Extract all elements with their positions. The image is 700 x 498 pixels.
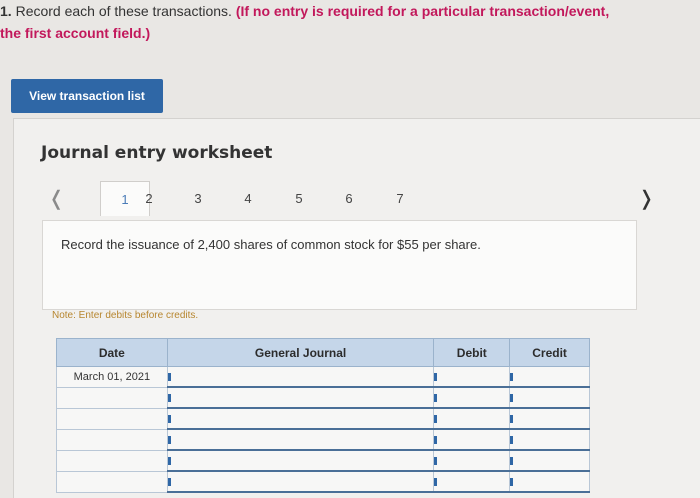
journal-entry-table: Date General Journal Debit Credit March … — [56, 338, 590, 493]
credit-input[interactable] — [509, 366, 590, 388]
tab-label: 5 — [295, 190, 303, 206]
credit-input[interactable] — [509, 470, 590, 493]
tab-label: 3 — [194, 190, 202, 206]
date-cell — [56, 470, 168, 493]
table-row: March 01, 2021 — [56, 366, 590, 388]
general-journal-column-header: General Journal — [166, 338, 435, 367]
tab-7[interactable]: 7 — [376, 181, 424, 215]
account-input[interactable] — [166, 366, 435, 388]
date-column-header: Date — [56, 338, 168, 367]
date-cell: March 01, 2021 — [56, 366, 168, 388]
tab-label: 2 — [145, 190, 153, 206]
credit-input[interactable] — [509, 386, 590, 409]
account-input[interactable] — [166, 470, 435, 493]
account-input[interactable] — [166, 428, 435, 451]
table-row — [56, 470, 590, 493]
account-input[interactable] — [166, 386, 435, 409]
tab-2[interactable]: 2 — [125, 181, 173, 215]
tab-label: 4 — [244, 190, 252, 206]
tab-label: 6 — [345, 190, 353, 206]
instruction-emphasis-2: the first account field.) — [0, 25, 151, 41]
worksheet-title: Journal entry worksheet — [41, 143, 273, 163]
tab-label: 7 — [396, 190, 404, 206]
credit-input[interactable] — [509, 407, 590, 430]
date-cell — [56, 407, 168, 430]
debit-input[interactable] — [433, 386, 511, 409]
date-cell — [56, 386, 168, 409]
tab-6[interactable]: 6 — [325, 181, 373, 215]
chevron-right-icon[interactable]: ❭ — [638, 186, 655, 211]
instruction-line-1: 1. Record each of these transactions. (I… — [0, 1, 609, 22]
instruction-emphasis-1: (If no entry is required for a particula… — [235, 3, 610, 19]
note-text: Note: Enter debits before credits. — [52, 310, 199, 321]
account-input[interactable] — [166, 449, 435, 472]
debit-input[interactable] — [433, 428, 511, 451]
table-row — [56, 407, 590, 430]
debit-column-header: Debit — [433, 338, 511, 367]
chevron-left-icon[interactable]: ❬ — [48, 186, 65, 211]
tab-5[interactable]: 5 — [275, 181, 323, 215]
instruction-text: Record each of these transactions. — [15, 3, 232, 19]
debit-input[interactable] — [433, 449, 511, 472]
worksheet-tab-nav: ❬ 1 2 3 4 5 6 7 ❭ — [40, 181, 680, 216]
credit-input[interactable] — [509, 428, 590, 451]
view-transaction-list-button[interactable]: View transaction list — [11, 79, 163, 113]
tab-3[interactable]: 3 — [174, 181, 222, 215]
table-header-row: Date General Journal Debit Credit — [56, 338, 590, 367]
credit-input[interactable] — [509, 449, 590, 472]
table-row — [56, 449, 590, 472]
account-input[interactable] — [166, 407, 435, 430]
requirement-number: 1. — [0, 3, 12, 19]
date-cell — [56, 449, 168, 472]
tab-4[interactable]: 4 — [224, 181, 272, 215]
debit-input[interactable] — [433, 407, 511, 430]
debit-input[interactable] — [433, 470, 511, 493]
debit-input[interactable] — [433, 366, 511, 388]
date-cell — [56, 428, 168, 451]
credit-column-header: Credit — [509, 338, 590, 367]
transaction-description-box: Record the issuance of 2,400 shares of c… — [42, 220, 637, 310]
table-row — [56, 386, 590, 409]
table-row — [56, 428, 590, 451]
transaction-description: Record the issuance of 2,400 shares of c… — [61, 237, 481, 252]
